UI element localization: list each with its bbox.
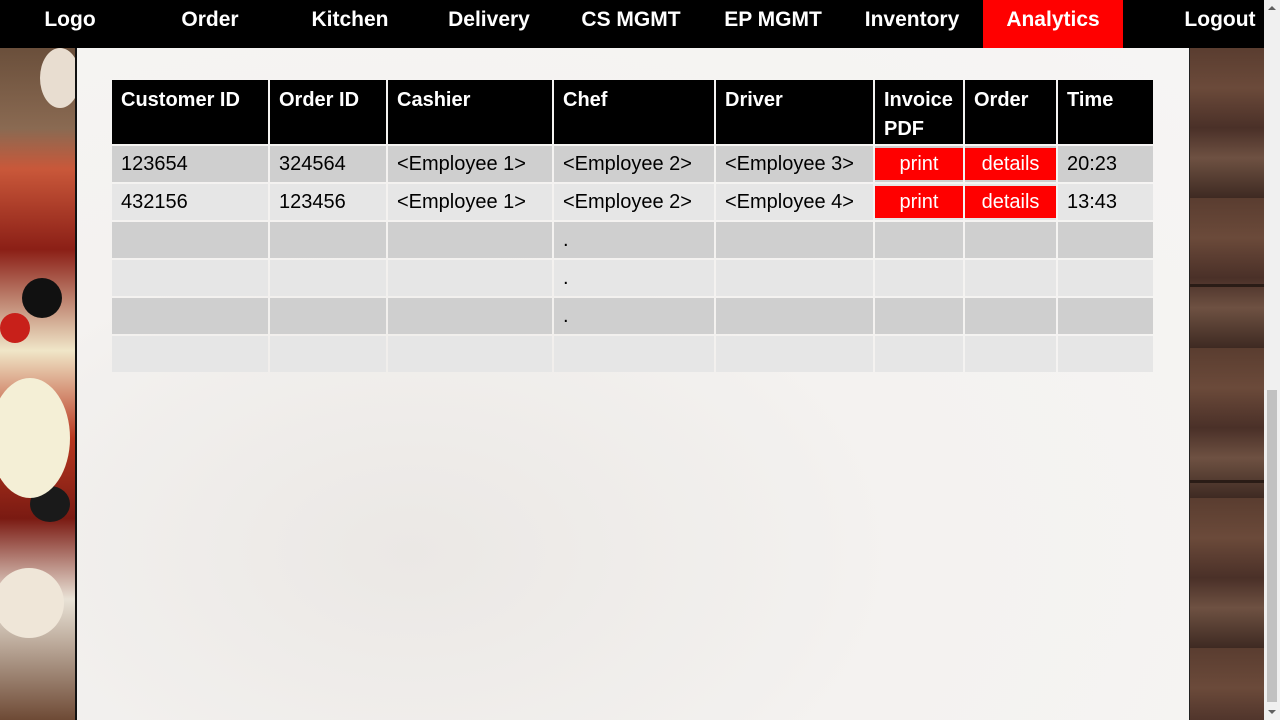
empty-cell bbox=[270, 298, 386, 334]
empty-cell bbox=[716, 222, 873, 258]
empty-cell bbox=[270, 336, 386, 372]
nav-cs-mgmt[interactable]: CS MGMT bbox=[572, 0, 690, 48]
cell-order-id: 324564 bbox=[270, 146, 386, 182]
empty-cell bbox=[716, 298, 873, 334]
empty-cell bbox=[270, 222, 386, 258]
empty-cell bbox=[388, 260, 552, 296]
cell-order: details bbox=[965, 146, 1056, 182]
empty-cell bbox=[965, 260, 1056, 296]
cell-invoice: print bbox=[875, 146, 963, 182]
nav-inventory[interactable]: Inventory bbox=[852, 0, 972, 48]
cell-cashier: <Employee 1> bbox=[388, 184, 552, 220]
empty-cell bbox=[965, 222, 1056, 258]
empty-cell bbox=[716, 336, 873, 372]
nav-delivery[interactable]: Delivery bbox=[436, 0, 542, 48]
print-invoice-button[interactable]: print bbox=[875, 148, 963, 180]
ellipsis-dot: . bbox=[554, 260, 714, 296]
header-driver: Driver bbox=[716, 80, 873, 144]
scroll-up-button[interactable] bbox=[1264, 0, 1280, 16]
header-invoice-pdf: Invoice PDF bbox=[875, 80, 963, 144]
nav-logo[interactable]: Logo bbox=[22, 0, 118, 48]
empty-cell bbox=[388, 336, 552, 372]
cell-order-id: 123456 bbox=[270, 184, 386, 220]
cell-customer-id: 123654 bbox=[112, 146, 268, 182]
nav-analytics[interactable]: Analytics bbox=[983, 0, 1123, 48]
header-chef: Chef bbox=[554, 80, 714, 144]
empty-cell bbox=[1058, 336, 1153, 372]
empty-cell bbox=[388, 298, 552, 334]
nav-kitchen[interactable]: Kitchen bbox=[296, 0, 404, 48]
ellipsis-dot: . bbox=[554, 222, 714, 258]
cell-time: 13:43 bbox=[1058, 184, 1153, 220]
cell-driver: <Employee 4> bbox=[716, 184, 873, 220]
cell-chef: <Employee 2> bbox=[554, 184, 714, 220]
order-details-button[interactable]: details bbox=[965, 148, 1056, 180]
chevron-down-icon bbox=[1268, 710, 1276, 714]
scroll-thumb[interactable] bbox=[1267, 390, 1277, 702]
empty-cell bbox=[554, 336, 714, 372]
empty-cell bbox=[965, 298, 1056, 334]
table-row-placeholder: . bbox=[112, 260, 1153, 296]
empty-cell bbox=[965, 336, 1056, 372]
cell-time: 20:23 bbox=[1058, 146, 1153, 182]
order-details-button[interactable]: details bbox=[965, 186, 1056, 218]
empty-cell bbox=[875, 260, 963, 296]
empty-cell bbox=[1058, 260, 1153, 296]
nav-order[interactable]: Order bbox=[162, 0, 258, 48]
chevron-up-icon bbox=[1268, 6, 1276, 10]
nav-ep-mgmt[interactable]: EP MGMT bbox=[714, 0, 832, 48]
wood-background-image bbox=[1190, 48, 1264, 720]
cell-invoice: print bbox=[875, 184, 963, 220]
table-row-placeholder: . bbox=[112, 222, 1153, 258]
empty-cell bbox=[875, 222, 963, 258]
scroll-down-button[interactable] bbox=[1264, 704, 1280, 720]
table-row: 123654 324564 <Employee 1> <Employee 2> … bbox=[112, 146, 1153, 182]
empty-cell bbox=[270, 260, 386, 296]
cell-driver: <Employee 3> bbox=[716, 146, 873, 182]
empty-cell bbox=[388, 222, 552, 258]
header-time: Time bbox=[1058, 80, 1153, 144]
empty-cell bbox=[112, 260, 268, 296]
empty-cell bbox=[716, 260, 873, 296]
orders-table: Customer ID Order ID Cashier Chef Driver… bbox=[110, 78, 1155, 374]
ellipsis-dot: . bbox=[554, 298, 714, 334]
logout-button[interactable]: Logout bbox=[1174, 0, 1266, 48]
table-header-row: Customer ID Order ID Cashier Chef Driver… bbox=[112, 80, 1153, 144]
print-invoice-button[interactable]: print bbox=[875, 186, 963, 218]
pizza-background-image bbox=[0, 48, 75, 720]
empty-cell bbox=[112, 336, 268, 372]
cell-cashier: <Employee 1> bbox=[388, 146, 552, 182]
top-nav-bar: Logo Order Kitchen Delivery CS MGMT EP M… bbox=[0, 0, 1264, 48]
cell-chef: <Employee 2> bbox=[554, 146, 714, 182]
header-order-id: Order ID bbox=[270, 80, 386, 144]
empty-cell bbox=[1058, 298, 1153, 334]
empty-cell bbox=[1058, 222, 1153, 258]
vertical-scrollbar[interactable] bbox=[1264, 0, 1280, 720]
cell-order: details bbox=[965, 184, 1056, 220]
empty-cell bbox=[875, 298, 963, 334]
header-cashier: Cashier bbox=[388, 80, 552, 144]
header-order: Order bbox=[965, 80, 1056, 144]
table-row-placeholder: . bbox=[112, 298, 1153, 334]
header-customer-id: Customer ID bbox=[112, 80, 268, 144]
table-row: 432156 123456 <Employee 1> <Employee 2> … bbox=[112, 184, 1153, 220]
cell-customer-id: 432156 bbox=[112, 184, 268, 220]
empty-cell bbox=[112, 222, 268, 258]
header-invoice-line2: PDF bbox=[884, 118, 924, 140]
empty-cell bbox=[875, 336, 963, 372]
empty-cell bbox=[112, 298, 268, 334]
table-row-placeholder bbox=[112, 336, 1153, 372]
header-invoice-line1: Invoice bbox=[884, 89, 953, 111]
